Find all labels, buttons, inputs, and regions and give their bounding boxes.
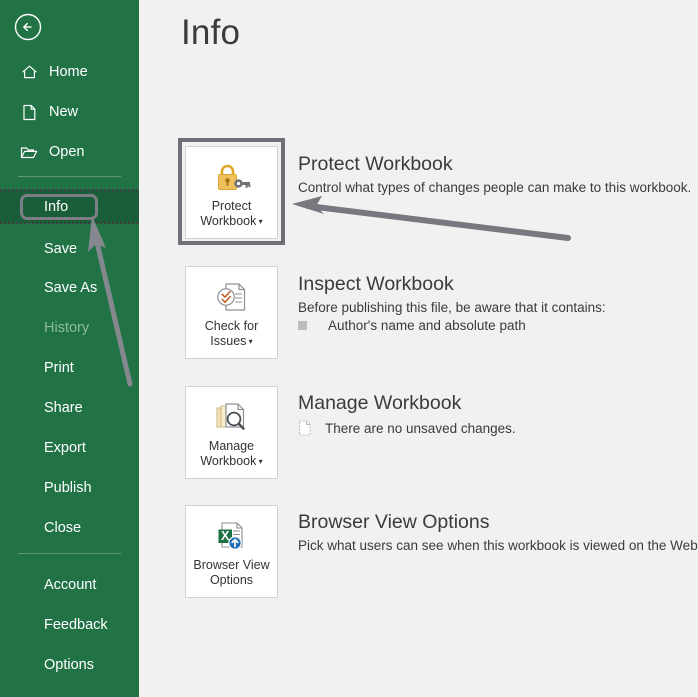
bullet-text: There are no unsaved changes. bbox=[325, 420, 516, 436]
tile-label-line2: Options bbox=[209, 573, 254, 587]
backstage-sidebar: Home New Open Info Save Save As History … bbox=[0, 0, 139, 697]
sidebar-item-label: Feedback bbox=[44, 617, 108, 633]
document-bullet-icon bbox=[298, 420, 312, 436]
sidebar-item-label: Home bbox=[49, 64, 88, 80]
sidebar-item-home[interactable]: Home bbox=[0, 57, 139, 87]
home-icon bbox=[18, 62, 40, 82]
document-check-icon bbox=[214, 281, 250, 313]
page-icon bbox=[18, 102, 40, 122]
sidebar-item-label: Export bbox=[44, 440, 86, 456]
sidebar-item-history: History bbox=[0, 313, 139, 343]
sidebar-item-export[interactable]: Export bbox=[0, 433, 139, 463]
tile-label: Check for Issues ▾ bbox=[187, 319, 277, 349]
sidebar-item-label: History bbox=[44, 320, 90, 336]
tile-label-line2: Issues bbox=[210, 334, 247, 348]
tile-label-line2: Workbook bbox=[200, 214, 257, 228]
chevron-down-icon[interactable]: ▾ bbox=[256, 217, 263, 226]
bullet-text: Author's name and absolute path bbox=[328, 318, 526, 333]
sidebar-item-label: Publish bbox=[44, 480, 92, 496]
tile-label-line1: Check for bbox=[204, 319, 259, 333]
sidebar-item-save-as[interactable]: Save As bbox=[0, 273, 139, 303]
manage-workbook-button[interactable]: Manage Workbook ▾ bbox=[185, 386, 278, 479]
sidebar-item-label: Save As bbox=[44, 280, 98, 296]
sidebar-item-print[interactable]: Print bbox=[0, 353, 139, 383]
tile-label-line1: Manage bbox=[208, 439, 255, 453]
section-description: Control what types of changes people can… bbox=[298, 180, 692, 195]
sidebar-item-feedback[interactable]: Feedback bbox=[0, 610, 139, 640]
chevron-down-icon[interactable]: ▾ bbox=[256, 457, 263, 466]
section-heading: Browser View Options bbox=[298, 511, 490, 533]
tile-label-line1: Protect bbox=[211, 199, 252, 213]
sidebar-item-label: Share bbox=[44, 400, 83, 416]
sidebar-item-publish[interactable]: Publish bbox=[0, 473, 139, 503]
protect-workbook-button[interactable]: Protect Workbook ▾ bbox=[185, 146, 278, 239]
sidebar-divider-bottom bbox=[18, 553, 121, 554]
sidebar-item-label: New bbox=[49, 104, 79, 120]
tile-label: Manage Workbook ▾ bbox=[187, 439, 277, 469]
sidebar-item-share[interactable]: Share bbox=[0, 393, 139, 423]
documents-magnifier-icon bbox=[213, 401, 251, 433]
sidebar-item-account[interactable]: Account bbox=[0, 570, 139, 600]
section-heading: Manage Workbook bbox=[298, 392, 462, 414]
sidebar-divider-top bbox=[18, 176, 121, 177]
info-highlight-callout bbox=[20, 194, 98, 220]
excel-upload-icon: X bbox=[213, 520, 251, 552]
tile-label: Browser View Options bbox=[187, 558, 277, 588]
section-description: Pick what users can see when this workbo… bbox=[298, 538, 698, 553]
page-title: Info bbox=[181, 13, 241, 52]
chevron-down-icon[interactable]: ▾ bbox=[246, 337, 253, 346]
tile-label-line1: Browser View bbox=[193, 558, 270, 572]
sidebar-item-label: Print bbox=[44, 360, 74, 376]
sidebar-item-new[interactable]: New bbox=[0, 97, 139, 127]
info-pane: Info Protect Workbook ▾ Protect Workbook… bbox=[139, 0, 698, 697]
padlock-key-icon bbox=[212, 161, 252, 193]
section-heading: Protect Workbook bbox=[298, 153, 453, 175]
section-heading: Inspect Workbook bbox=[298, 273, 454, 295]
sidebar-item-save[interactable]: Save bbox=[0, 234, 139, 264]
folder-icon bbox=[18, 142, 40, 162]
tile-label-line2: Workbook bbox=[200, 454, 257, 468]
section-bullet: Author's name and absolute path bbox=[298, 318, 526, 333]
check-for-issues-button[interactable]: Check for Issues ▾ bbox=[185, 266, 278, 359]
tile-label: Protect Workbook ▾ bbox=[187, 199, 277, 229]
browser-view-options-button[interactable]: X Browser View Options bbox=[185, 505, 278, 598]
sidebar-item-label: Options bbox=[44, 657, 94, 673]
sidebar-item-open[interactable]: Open bbox=[0, 137, 139, 167]
section-bullet: There are no unsaved changes. bbox=[298, 420, 516, 436]
section-description: Before publishing this file, be aware th… bbox=[298, 300, 606, 315]
sidebar-item-label: Account bbox=[44, 577, 97, 593]
sidebar-item-label: Save bbox=[44, 241, 78, 257]
sidebar-item-close[interactable]: Close bbox=[0, 513, 139, 543]
back-arrow-icon[interactable] bbox=[13, 12, 43, 42]
sidebar-item-label: Close bbox=[44, 520, 82, 536]
sidebar-item-label: Open bbox=[49, 144, 85, 160]
square-bullet-icon bbox=[298, 321, 307, 330]
sidebar-item-options[interactable]: Options bbox=[0, 650, 139, 680]
